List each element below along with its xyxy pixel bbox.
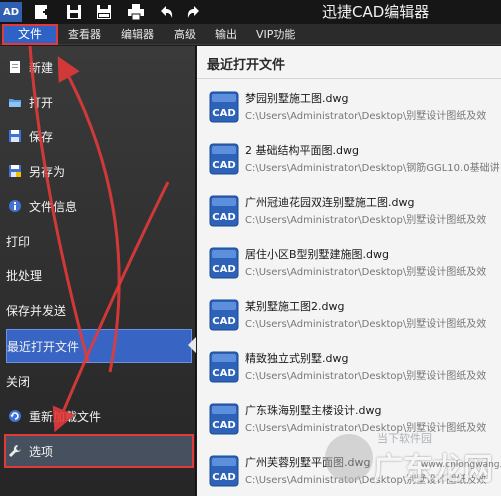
recent-file-path: C:\Users\Administrator\Desktop\别墅设计图纸及效 xyxy=(245,319,487,330)
sidebar-item-batch[interactable]: 批处理 xyxy=(6,258,192,292)
recent-file-path: C:\Users\Administrator\Desktop\别墅设计图纸及效 xyxy=(245,215,487,226)
sidebar-item-recent-files[interactable]: 最近打开文件 xyxy=(6,329,192,363)
sidebar-item-label: 文件信息 xyxy=(29,199,78,214)
save-icon xyxy=(8,129,22,143)
sidebar-item-reload[interactable]: 重新加载文件 xyxy=(6,399,192,433)
menu-editor[interactable]: 编辑器 xyxy=(121,24,154,45)
panel-title: 最近打开文件 xyxy=(207,58,286,73)
app-title: 迅捷CAD编辑器 xyxy=(322,3,430,21)
cad-file-icon: CAD xyxy=(209,195,239,227)
recent-file-path: C:\Users\Administrator\Desktop\别墅设计图纸及效 xyxy=(245,267,487,278)
recent-file-name: 2 基础结构平面图.dwg xyxy=(245,144,359,157)
sidebar-item-save-as[interactable]: 另存为 xyxy=(6,154,192,188)
sidebar-item-open[interactable]: 打开 xyxy=(6,85,192,119)
sidebar-item-label: 新建 xyxy=(29,60,54,75)
sidebar-item-new[interactable]: 新建 xyxy=(6,50,192,84)
sidebar-item-close[interactable]: 关闭 xyxy=(6,364,192,398)
cad-file-icon: CAD xyxy=(209,351,239,383)
sidebar-item-label: 重新加载文件 xyxy=(29,409,102,424)
menu-file[interactable]: 文件 xyxy=(2,24,58,45)
new-document-icon xyxy=(8,60,22,74)
sidebar-item-label: 关闭 xyxy=(6,374,31,389)
active-pointer-arrow xyxy=(188,337,196,353)
app-window: AD 迅捷CAD编辑器 文件 查看器 编辑器 高级 输出 VIP功能 新建 打开… xyxy=(0,0,501,496)
sidebar-item-save[interactable]: 保存 xyxy=(6,119,192,153)
recent-file-row[interactable]: CAD 某别墅施工图2.dwg C:\Users\Administrator\Des… xyxy=(207,296,501,336)
menu-vip[interactable]: VIP功能 xyxy=(256,24,295,45)
recent-file-name: 某别墅施工图2.dwg xyxy=(245,300,345,313)
wrench-icon xyxy=(8,444,22,458)
sidebar-item-label: 最近打开文件 xyxy=(7,339,80,354)
menu-viewer[interactable]: 查看器 xyxy=(68,24,101,45)
recent-file-row[interactable]: CAD 梦园别墅施工图.dwg C:\Users\Administrator\Des… xyxy=(207,88,501,128)
sidebar-item-label: 批处理 xyxy=(6,268,43,283)
print-icon[interactable] xyxy=(126,2,146,22)
cad-file-icon: CAD xyxy=(209,91,239,123)
sidebar-item-label: 选项 xyxy=(29,444,54,459)
save-as-icon xyxy=(8,164,22,178)
redo-icon[interactable] xyxy=(184,2,204,22)
recent-file-name: 精致独立式别墅.dwg xyxy=(245,352,349,365)
sidebar-item-print[interactable]: 打印 xyxy=(6,224,192,258)
save-pdf-icon[interactable] xyxy=(94,2,114,22)
cad-icon-label: CAD xyxy=(212,316,235,327)
sidebar-item-file-info[interactable]: 文件信息 xyxy=(6,189,192,223)
menu-output[interactable]: 输出 xyxy=(215,24,237,45)
sidebar-item-label: 打印 xyxy=(6,234,31,249)
file-info-icon xyxy=(8,199,22,213)
recent-file-name: 居住小区B型别墅建施图.dwg xyxy=(245,248,390,261)
cad-file-icon: CAD xyxy=(209,143,239,175)
recent-file-row[interactable]: CAD 广州冠迪花园双连别墅施工图.dwg C:\Users\Administrat… xyxy=(207,192,501,232)
cad-icon-label: CAD xyxy=(212,212,235,223)
sidebar-item-options[interactable]: 选项 xyxy=(4,434,194,468)
watermark: 当下软件园 广东龙网 www.cnlongwang.com xyxy=(325,428,501,490)
watermark-url: www.cnlongwang.com xyxy=(421,460,501,470)
recent-file-row[interactable]: CAD 居住小区B型别墅建施图.dwg C:\Users\Administrator… xyxy=(207,244,501,284)
recent-file-path: C:\Users\Administrator\Desktop\别墅设计图纸及效 xyxy=(245,371,487,382)
recent-file-name: 广东珠海别墅主楼设计.dwg xyxy=(245,404,382,417)
app-logo[interactable]: AD xyxy=(0,2,22,22)
cad-file-icon: CAD xyxy=(209,455,239,487)
cad-icon-label: CAD xyxy=(212,420,235,431)
sidebar-item-save-and-send[interactable]: 保存并发送 xyxy=(6,293,192,327)
sidebar-item-label: 保存 xyxy=(29,129,54,144)
cad-icon-label: CAD xyxy=(212,368,235,379)
recent-file-row[interactable]: CAD 2 基础结构平面图.dwg C:\Users\Administrator\D… xyxy=(207,140,501,180)
cad-icon-label: CAD xyxy=(212,160,235,171)
cad-file-icon: CAD xyxy=(209,403,239,435)
reload-icon xyxy=(8,409,22,423)
panel-divider xyxy=(197,78,501,79)
sidebar-item-label: 保存并发送 xyxy=(6,303,67,318)
recent-file-name: 梦园别墅施工图.dwg xyxy=(245,92,349,105)
sidebar-item-label: 打开 xyxy=(29,95,54,110)
new-file-icon[interactable] xyxy=(32,2,52,22)
recent-file-path: C:\Users\Administrator\Desktop\钢筋GGL10.0… xyxy=(245,163,500,174)
title-bar: AD 迅捷CAD编辑器 xyxy=(0,0,501,24)
cad-file-icon: CAD xyxy=(209,247,239,279)
recent-file-path: C:\Users\Administrator\Desktop\别墅设计图纸及效 xyxy=(245,111,487,122)
recent-file-name: 广州冠迪花园双连别墅施工图.dwg xyxy=(245,196,415,209)
undo-icon[interactable] xyxy=(156,2,176,22)
cad-icon-label: CAD xyxy=(212,264,235,275)
cad-file-icon: CAD xyxy=(209,299,239,331)
recent-file-row[interactable]: CAD 精致独立式别墅.dwg C:\Users\Administrator\Des… xyxy=(207,348,501,388)
menu-advanced[interactable]: 高级 xyxy=(174,24,196,45)
file-menu-sidebar: 新建 打开 保存 另存为 文件信息 打印 批处理 保存并发送 最近打开文件 关闭… xyxy=(0,46,196,496)
save-icon[interactable] xyxy=(64,2,84,22)
cad-icon-label: CAD xyxy=(212,108,235,119)
menu-bar: 文件 查看器 编辑器 高级 输出 VIP功能 xyxy=(0,24,501,45)
sidebar-item-label: 另存为 xyxy=(29,164,66,179)
cad-icon-label: CAD xyxy=(212,472,235,483)
watermark-logo-icon xyxy=(325,434,373,482)
open-folder-icon xyxy=(8,95,22,109)
